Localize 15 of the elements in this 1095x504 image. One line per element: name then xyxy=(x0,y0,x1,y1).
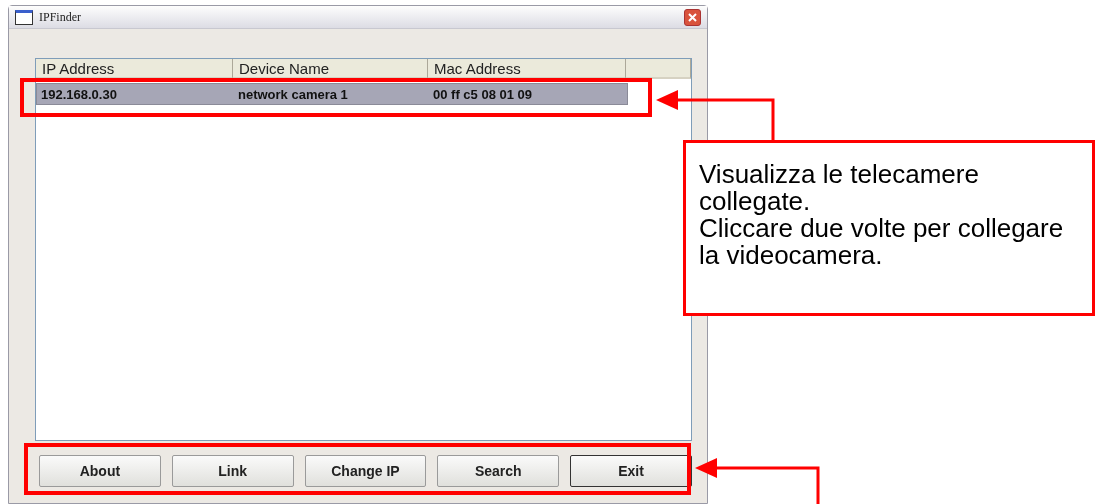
dialog-button[interactable]: Search xyxy=(437,455,560,487)
table-cell-text: network camera 1 xyxy=(237,85,349,104)
table-cell-text: 00 ff c5 08 01 09 xyxy=(432,85,534,104)
window-title: IPFinder xyxy=(39,9,82,25)
dialog-button[interactable]: Link xyxy=(171,455,294,487)
callout-text: Cliccare due volte per collegare la videocamera. xyxy=(699,215,1065,269)
column-header[interactable]: Device Name xyxy=(233,59,428,79)
callout-text: Visualizza le telecamere collegate. xyxy=(699,161,980,215)
table-cell-text: 192.168.0.30 xyxy=(40,85,118,104)
column-header[interactable]: IP Address xyxy=(36,59,233,79)
dialog-button[interactable]: Exit xyxy=(570,455,692,487)
device-row[interactable]: 192.168.0.30 network camera 1 00 ff c5 08 01 09 xyxy=(36,83,628,105)
dialog-button[interactable]: About xyxy=(39,455,161,487)
dialog-button[interactable]: Change IP xyxy=(304,455,427,487)
column-header[interactable]: Mac Address xyxy=(428,59,626,79)
